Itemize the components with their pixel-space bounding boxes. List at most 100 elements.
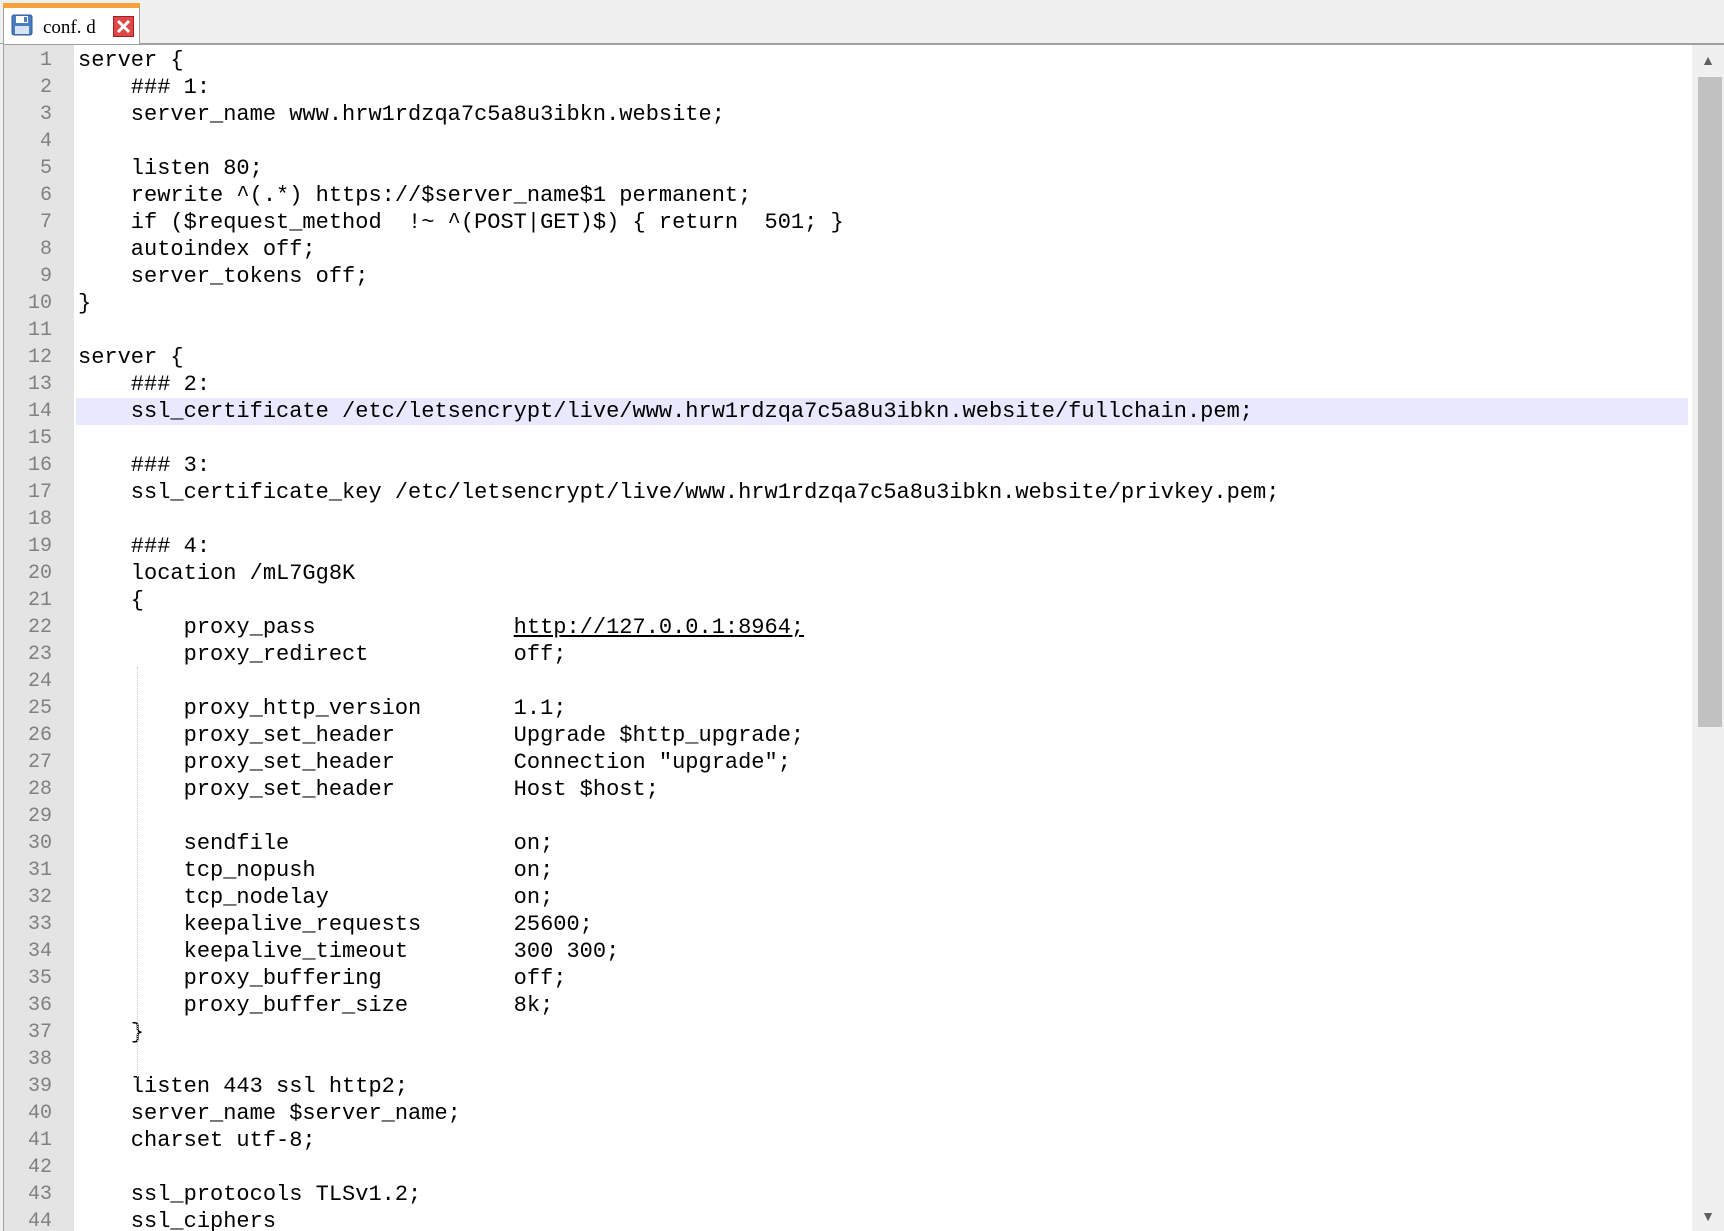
code-text[interactable] — [76, 317, 1688, 344]
code-line[interactable]: 17 ssl_certificate_key /etc/letsencrypt/… — [4, 479, 1690, 506]
code-text[interactable]: ### 3: — [76, 452, 1688, 479]
code-text[interactable]: } — [76, 1019, 1688, 1046]
code-text[interactable]: proxy_pass http://127.0.0.1:8964; — [76, 614, 1688, 641]
code-text[interactable]: ### 4: — [76, 533, 1688, 560]
code-line[interactable]: 31 tcp_nopush on; — [4, 857, 1690, 884]
code-text[interactable]: charset utf-8; — [76, 1127, 1688, 1154]
code-text[interactable] — [76, 1154, 1688, 1181]
code-text[interactable]: ssl_certificate_key /etc/letsencrypt/liv… — [76, 479, 1688, 506]
code-line[interactable]: 34 keepalive_timeout 300 300; — [4, 938, 1690, 965]
code-line[interactable]: 25 proxy_http_version 1.1; — [4, 695, 1690, 722]
code-text[interactable]: server { — [76, 344, 1688, 371]
code-line[interactable]: 26 proxy_set_header Upgrade $http_upgrad… — [4, 722, 1690, 749]
code-line[interactable]: 36 proxy_buffer_size 8k; — [4, 992, 1690, 1019]
code-line[interactable]: 6 rewrite ^(.*) https://$server_name$1 p… — [4, 182, 1690, 209]
code-text[interactable] — [76, 803, 1688, 830]
code-line[interactable]: 40 server_name $server_name; — [4, 1100, 1690, 1127]
code-text[interactable]: tcp_nopush on; — [76, 857, 1688, 884]
line-number: 3 — [39, 103, 52, 126]
code-line[interactable]: 32 tcp_nodelay on; — [4, 884, 1690, 911]
vertical-scrollbar[interactable]: ▲ ▼ — [1692, 45, 1724, 1231]
code-line[interactable]: 41 charset utf-8; — [4, 1127, 1690, 1154]
code-text[interactable]: server_tokens off; — [76, 263, 1688, 290]
editor-area[interactable]: 1 server {2 ### 1: 3 server_name www.hrw1r… — [3, 44, 1724, 1231]
code-line[interactable]: 28 proxy_set_header Host $host; — [4, 776, 1690, 803]
code-line[interactable]: 12 server { — [4, 344, 1690, 371]
line-number: 20 — [27, 562, 52, 585]
code-text[interactable]: ssl_certificate /etc/letsencrypt/live/ww… — [76, 398, 1688, 425]
code-text[interactable]: listen 443 ssl http2; — [76, 1073, 1688, 1100]
code-lines[interactable]: 1 server {2 ### 1: 3 server_name www.hrw1r… — [4, 47, 1690, 1231]
tab-conf-d[interactable]: conf. d — [3, 3, 140, 44]
code-line[interactable]: 30 sendfile on; — [4, 830, 1690, 857]
code-text[interactable]: { — [76, 587, 1688, 614]
code-text[interactable]: proxy_set_header Connection "upgrade"; — [76, 749, 1688, 776]
code-line[interactable]: 16 ### 3: — [4, 452, 1690, 479]
code-text[interactable]: keepalive_requests 25600; — [76, 911, 1688, 938]
code-text[interactable]: proxy_http_version 1.1; — [76, 695, 1688, 722]
code-line[interactable]: 22 proxy_pass http://127.0.0.1:8964; — [4, 614, 1690, 641]
code-text[interactable]: listen 80; — [76, 155, 1688, 182]
code-text[interactable]: location /mL7Gg8K — [76, 560, 1688, 587]
code-text[interactable]: autoindex off; — [76, 236, 1688, 263]
code-line[interactable]: 1 server { — [4, 47, 1690, 74]
code-text[interactable] — [76, 1046, 1688, 1073]
code-line[interactable]: 27 proxy_set_header Connection "upgrade"… — [4, 749, 1690, 776]
code-text[interactable]: } — [76, 290, 1688, 317]
code-line[interactable]: 19 ### 4: — [4, 533, 1690, 560]
code-line[interactable]: 18 — [4, 506, 1690, 533]
code-text[interactable] — [76, 425, 1688, 452]
code-line[interactable]: 42 — [4, 1154, 1690, 1181]
code-line[interactable]: 4 — [4, 128, 1690, 155]
url-link[interactable]: http://127.0.0.1:8964; — [514, 615, 804, 640]
arrow-down-icon[interactable]: ▼ — [1692, 1201, 1724, 1231]
code-text[interactable]: proxy_buffering off; — [76, 965, 1688, 992]
code-text[interactable]: proxy_buffer_size 8k; — [76, 992, 1688, 1019]
code-line[interactable]: 9 server_tokens off; — [4, 263, 1690, 290]
code-line[interactable]: 7 if ($request_method !~ ^(POST|GET)$) {… — [4, 209, 1690, 236]
code-line[interactable]: 8 autoindex off; — [4, 236, 1690, 263]
code-line[interactable]: 33 keepalive_requests 25600; — [4, 911, 1690, 938]
code-line[interactable]: 29 — [4, 803, 1690, 830]
code-text[interactable]: proxy_set_header Host $host; — [76, 776, 1688, 803]
code-line[interactable]: 13 ### 2: — [4, 371, 1690, 398]
code-text[interactable]: ### 2: — [76, 371, 1688, 398]
code-line[interactable]: 20 location /mL7Gg8K — [4, 560, 1690, 587]
code-line[interactable]: 35 proxy_buffering off; — [4, 965, 1690, 992]
code-text[interactable]: ssl_ciphers — [76, 1208, 1688, 1231]
code-line[interactable]: 23 proxy_redirect off; — [4, 641, 1690, 668]
code-text[interactable]: ssl_protocols TLSv1.2; — [76, 1181, 1688, 1208]
code-line[interactable]: 37 } — [4, 1019, 1690, 1046]
code-text[interactable] — [76, 506, 1688, 533]
code-line[interactable]: 21 { — [4, 587, 1690, 614]
close-icon[interactable] — [113, 16, 134, 37]
code-line[interactable]: 38 — [4, 1046, 1690, 1073]
code-text[interactable]: sendfile on; — [76, 830, 1688, 857]
code-text[interactable]: rewrite ^(.*) https://$server_name$1 per… — [76, 182, 1688, 209]
code-text[interactable]: ### 1: — [76, 74, 1688, 101]
code-text[interactable]: keepalive_timeout 300 300; — [76, 938, 1688, 965]
scrollbar-thumb[interactable] — [1698, 77, 1722, 727]
code-text[interactable]: tcp_nodelay on; — [76, 884, 1688, 911]
code-text[interactable]: server_name www.hrw1rdzqa7c5a8u3ibkn.web… — [76, 101, 1688, 128]
code-text[interactable]: server { — [76, 47, 1688, 74]
code-line[interactable]: 39 listen 443 ssl http2; — [4, 1073, 1690, 1100]
code-line[interactable]: 3 server_name www.hrw1rdzqa7c5a8u3ibkn.w… — [4, 101, 1690, 128]
line-number: 31 — [27, 859, 52, 882]
code-line[interactable]: 43 ssl_protocols TLSv1.2; — [4, 1181, 1690, 1208]
code-line[interactable]: 44 ssl_ciphers — [4, 1208, 1690, 1231]
code-line[interactable]: 10} — [4, 290, 1690, 317]
code-line[interactable]: 14 ssl_certificate /etc/letsencrypt/live… — [4, 398, 1690, 425]
code-text[interactable]: server_name $server_name; — [76, 1100, 1688, 1127]
code-text[interactable]: proxy_set_header Upgrade $http_upgrade; — [76, 722, 1688, 749]
code-text[interactable]: if ($request_method !~ ^(POST|GET)$) { r… — [76, 209, 1688, 236]
code-text[interactable]: proxy_redirect off; — [76, 641, 1688, 668]
code-line[interactable]: 2 ### 1: — [4, 74, 1690, 101]
code-text[interactable] — [76, 128, 1688, 155]
code-line[interactable]: 5 listen 80; — [4, 155, 1690, 182]
code-line[interactable]: 11 — [4, 317, 1690, 344]
arrow-up-icon[interactable]: ▲ — [1692, 45, 1724, 75]
code-text[interactable] — [76, 668, 1688, 695]
code-line[interactable]: 15 — [4, 425, 1690, 452]
code-line[interactable]: 24 — [4, 668, 1690, 695]
